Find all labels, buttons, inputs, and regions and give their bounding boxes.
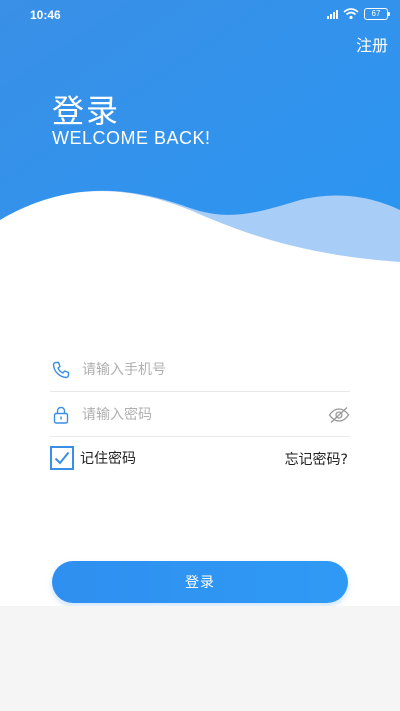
wifi-icon bbox=[343, 8, 359, 20]
remember-checkbox[interactable] bbox=[50, 446, 74, 470]
forgot-password-link[interactable]: 忘记密码? bbox=[285, 449, 348, 469]
register-link[interactable]: 注册 bbox=[356, 32, 388, 56]
page-title: 登录 bbox=[52, 92, 121, 130]
lock-icon bbox=[50, 404, 72, 426]
phone-icon bbox=[50, 359, 72, 381]
login-button[interactable]: 登录 bbox=[52, 561, 348, 603]
status-bar: 10:46 67 bbox=[0, 0, 400, 30]
status-icons: 67 bbox=[327, 8, 390, 20]
phone-field bbox=[50, 348, 350, 392]
phone-input[interactable] bbox=[82, 361, 350, 378]
eye-icon[interactable] bbox=[328, 404, 350, 426]
battery-icon: 67 bbox=[364, 8, 390, 20]
checkmark-icon bbox=[54, 451, 70, 465]
signal-icon bbox=[327, 9, 338, 19]
status-time: 10:46 bbox=[30, 8, 61, 22]
password-input[interactable] bbox=[82, 406, 328, 423]
password-field bbox=[50, 393, 350, 437]
remember-password-toggle[interactable]: 记住密码 bbox=[50, 446, 136, 470]
remember-label: 记住密码 bbox=[80, 451, 136, 467]
page-subtitle: WELCOME BACK! bbox=[52, 128, 211, 148]
login-screen: 10:46 67 注册 登录 WELCOME BACK! 请输入手机号 记住密码… bbox=[0, 0, 400, 606]
